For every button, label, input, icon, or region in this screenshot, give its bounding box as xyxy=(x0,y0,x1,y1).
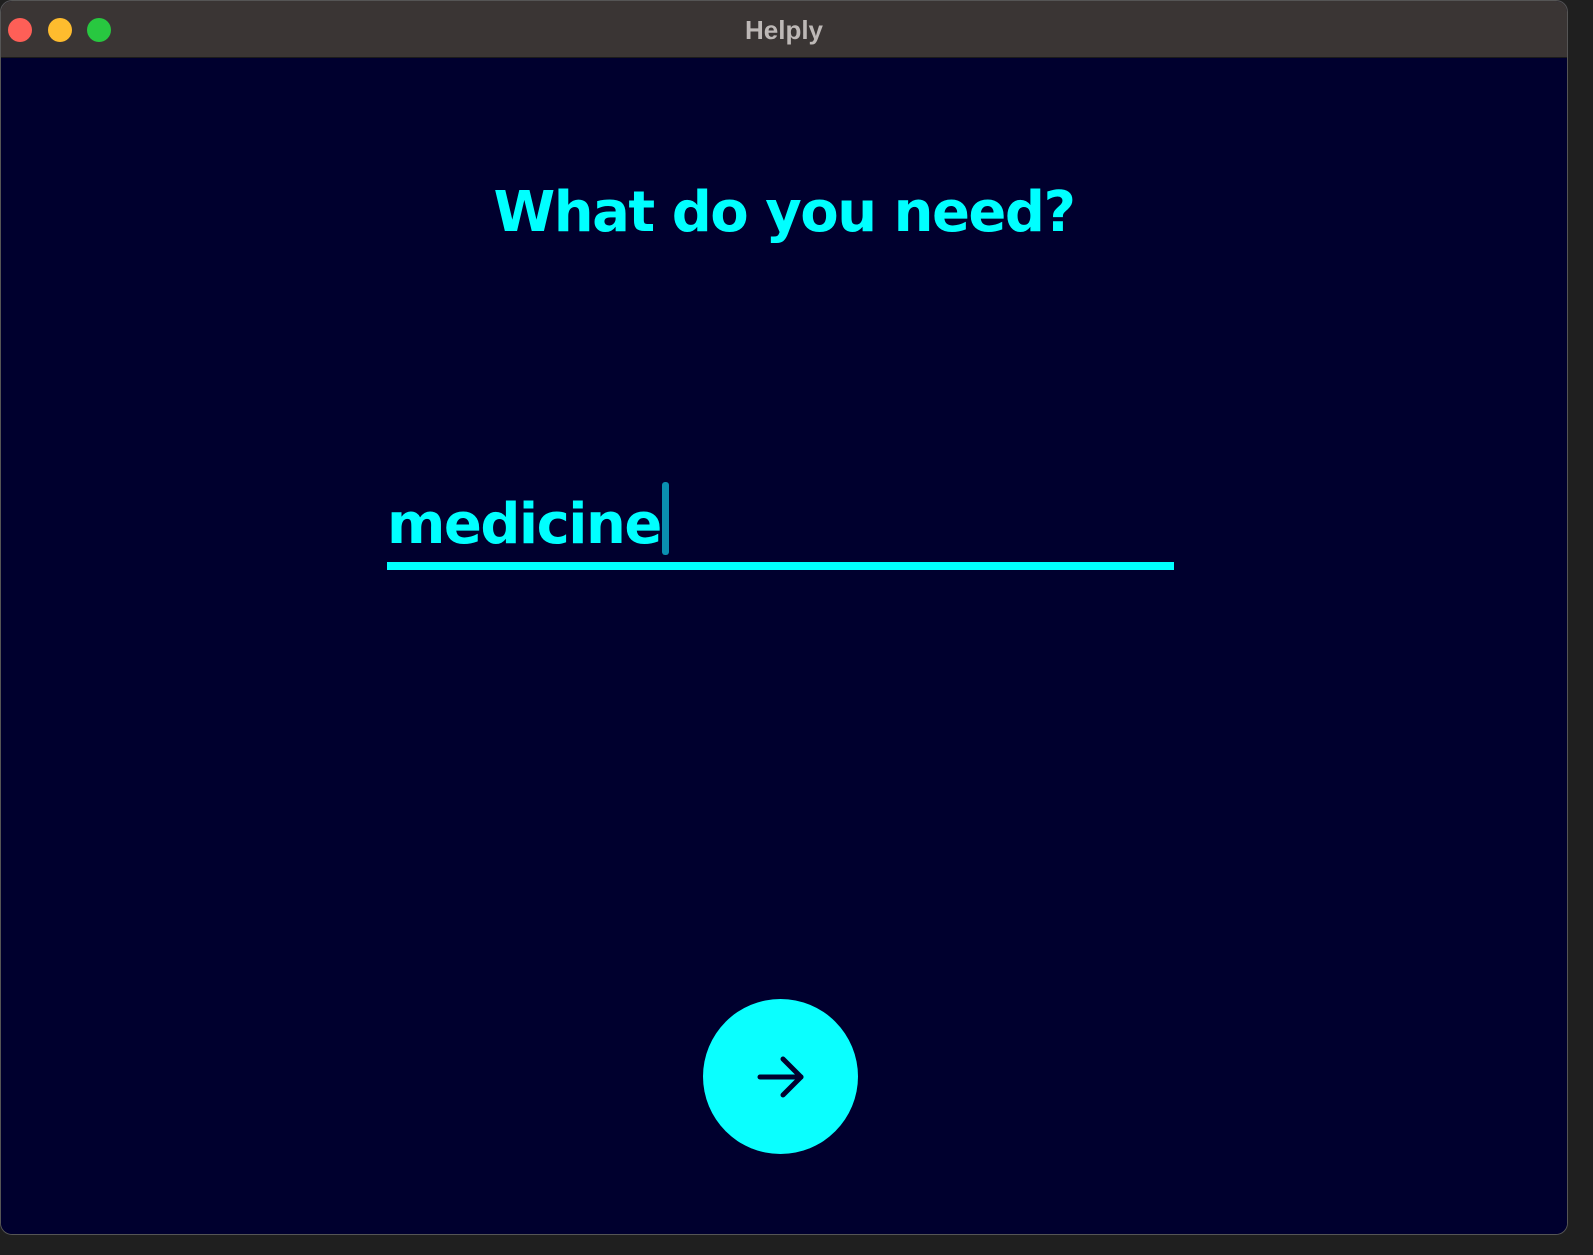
next-button[interactable] xyxy=(703,999,858,1154)
title-bar[interactable]: Helply xyxy=(1,1,1567,58)
need-input-field[interactable]: medicine xyxy=(387,476,1174,571)
window-title: Helply xyxy=(744,15,824,45)
page-title: What do you need? xyxy=(493,180,1076,245)
text-caret xyxy=(661,482,669,555)
main-content: What do you need? medicine xyxy=(1,58,1567,1234)
arrow-right-icon xyxy=(757,1056,804,1098)
need-input-text[interactable]: medicine xyxy=(387,482,669,557)
need-input-value[interactable]: medicine xyxy=(387,492,662,557)
input-underline xyxy=(387,562,1174,570)
app-window: Helply What do you need? medicine xyxy=(0,0,1568,1235)
